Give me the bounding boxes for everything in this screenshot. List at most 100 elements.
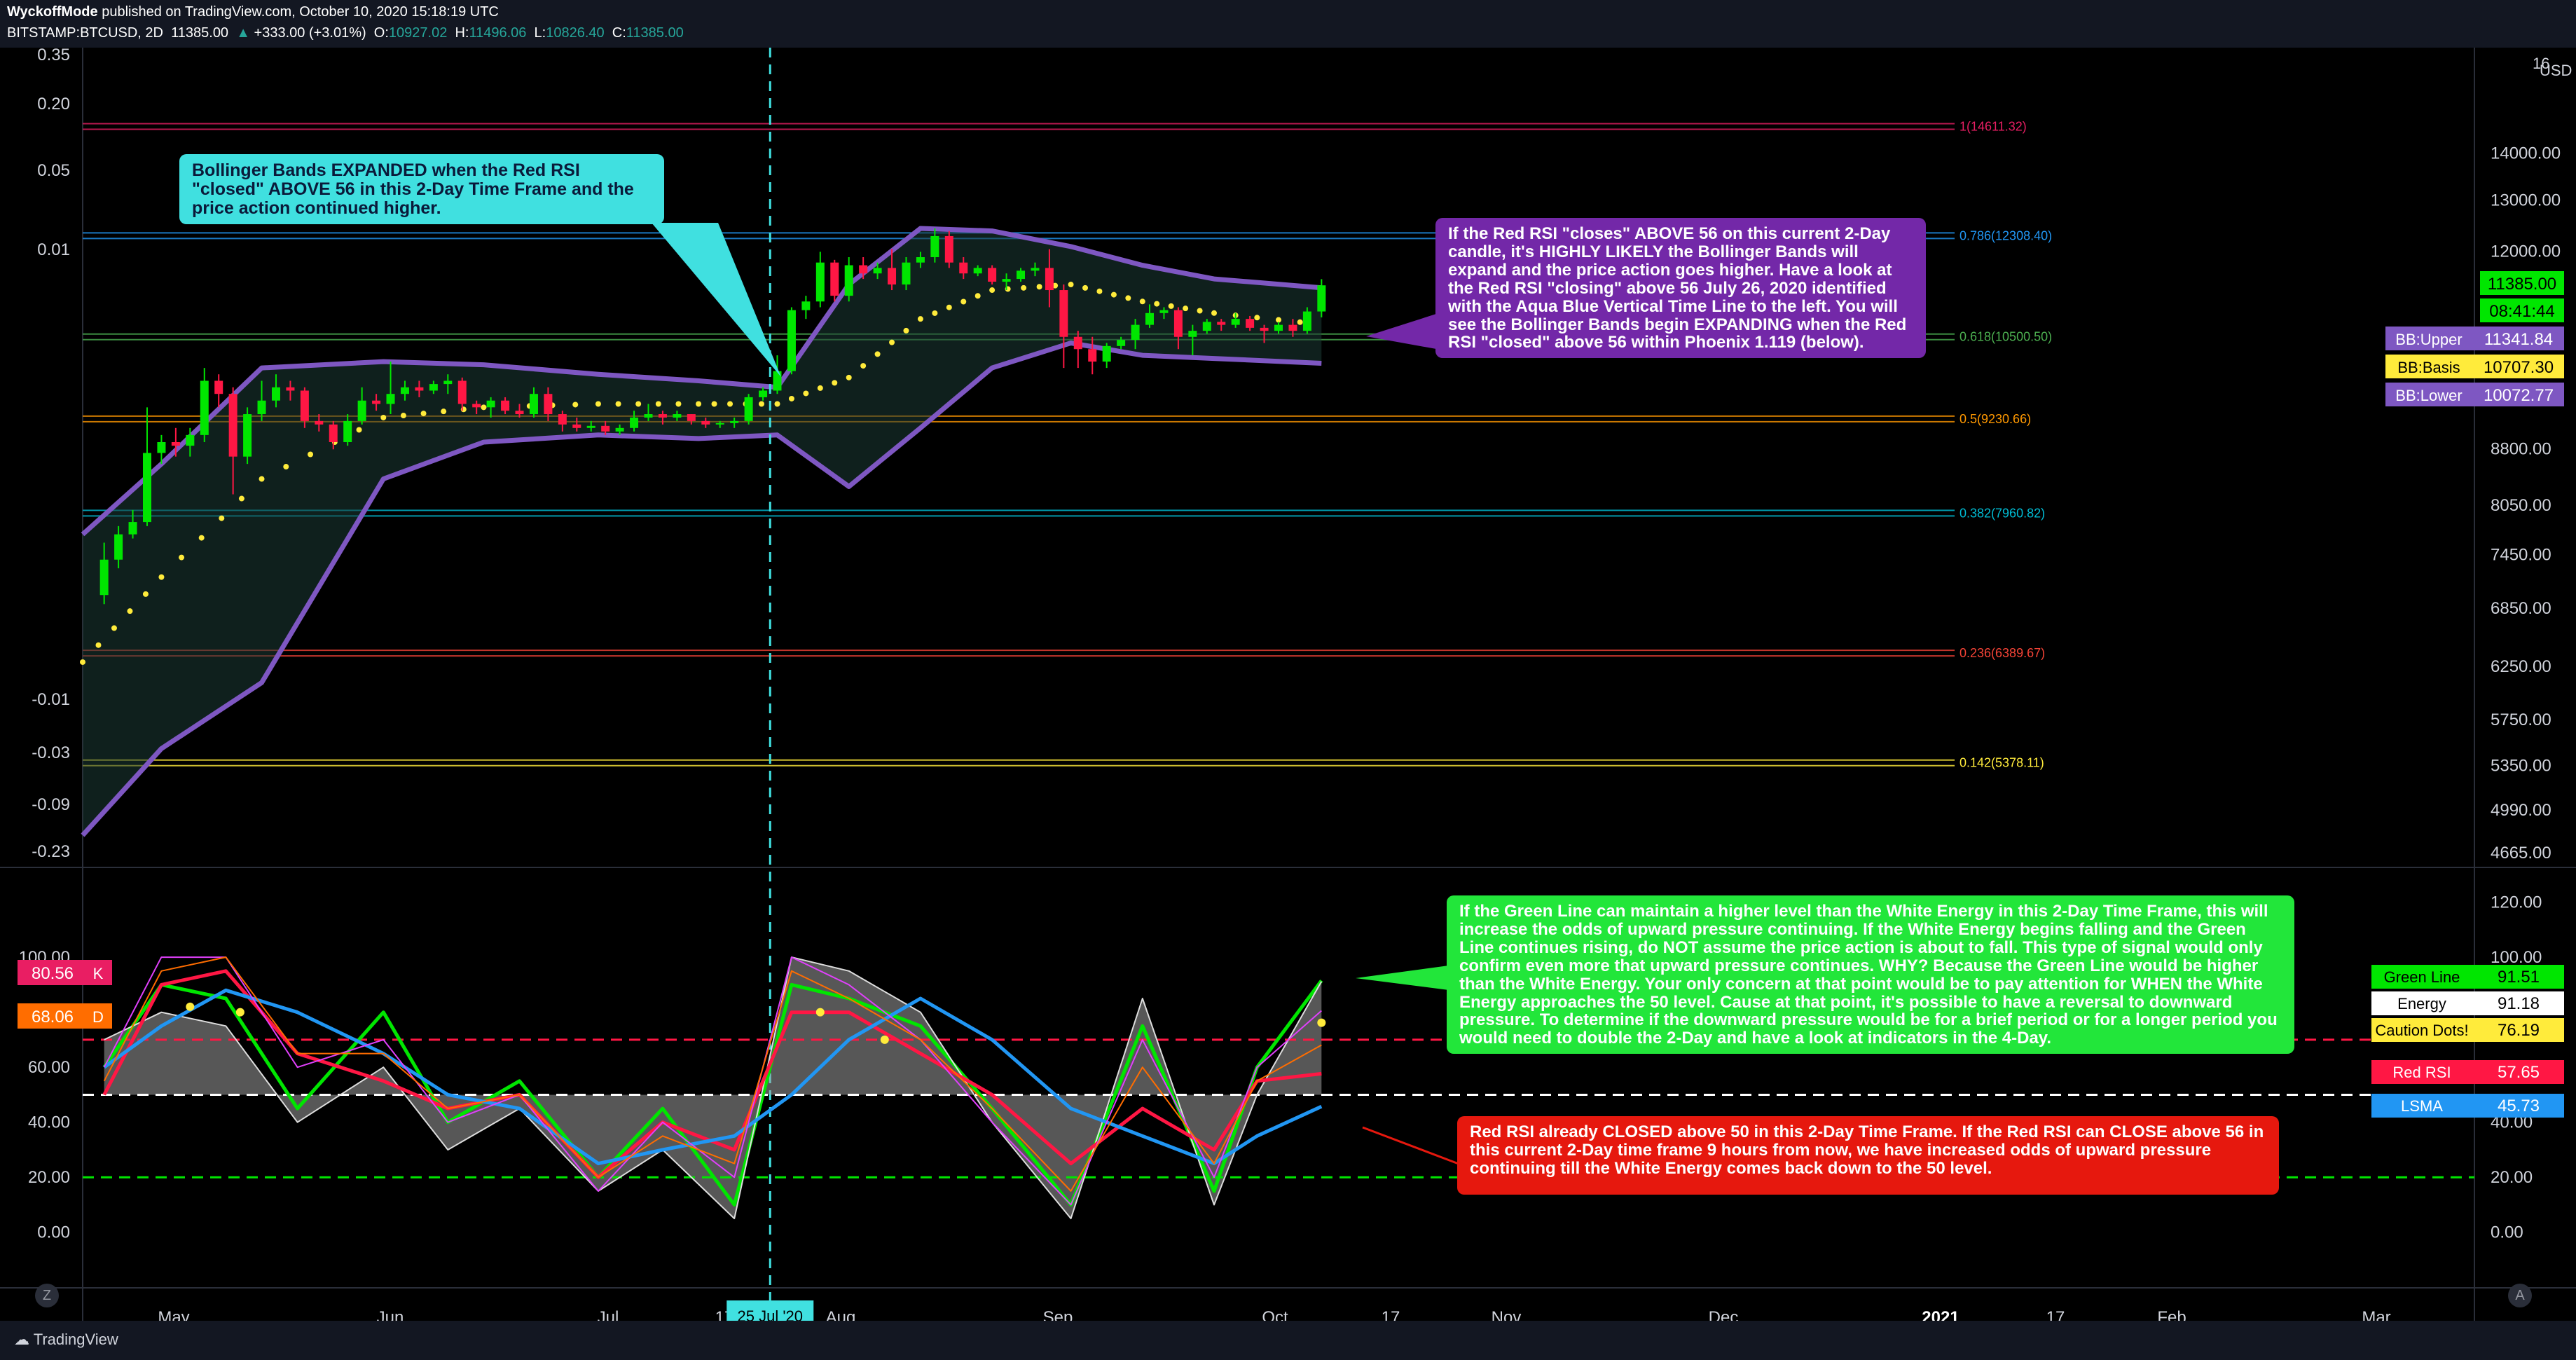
- price-tick-label: 6850.00: [2491, 599, 2551, 618]
- basis-dot: [832, 380, 838, 386]
- fib-label-0.142: 0.142(5378.11): [1959, 756, 2044, 770]
- candle-body: [815, 262, 825, 302]
- basis-dot: [635, 401, 642, 407]
- candle-body: [1202, 322, 1211, 331]
- candle-body: [157, 441, 166, 453]
- callout-bollinger-expanded: Bollinger Bands EXPANDED when the Red RS…: [179, 154, 664, 224]
- basis-dot: [960, 298, 967, 305]
- basis-dot: [308, 451, 314, 458]
- time-label: 2021: [1922, 1308, 1959, 1321]
- candle-body: [544, 394, 553, 415]
- candle-body: [715, 423, 724, 425]
- candle-body: [730, 420, 739, 423]
- osc-right-tick: 120.00: [2491, 893, 2542, 912]
- basis-dot: [198, 535, 205, 541]
- candle-body: [300, 390, 309, 421]
- auto-scale-button[interactable]: A: [2508, 1284, 2532, 1307]
- candle-body: [801, 301, 811, 310]
- price-tick-label: 13000.00: [2491, 191, 2561, 210]
- basis-dot: [1154, 301, 1160, 307]
- price-tick-label: 4665.00: [2491, 844, 2551, 863]
- osc-tag-value: 45.73: [2498, 1097, 2540, 1115]
- timezone-button[interactable]: Z: [35, 1284, 59, 1307]
- price-tick-label: 8050.00: [2491, 496, 2551, 515]
- candle-body: [1031, 268, 1040, 271]
- candle-body: [644, 414, 653, 418]
- open-label: O:: [373, 25, 389, 41]
- left-tick-label: -0.01: [32, 690, 70, 709]
- osc-tag-name: Energy: [2397, 995, 2446, 1012]
- price-tick-label: 12000.00: [2491, 242, 2561, 261]
- price-tick-label: 7450.00: [2491, 546, 2551, 565]
- fib-label-0.236: 0.236(6389.67): [1959, 646, 2045, 660]
- fib-label-0.786: 0.786(12308.40): [1959, 228, 2052, 242]
- basis-dot: [1021, 284, 1027, 291]
- basis-dot: [142, 591, 149, 597]
- basis-dot: [1139, 298, 1145, 305]
- basis-dot: [441, 408, 447, 415]
- time-label: Dec: [1709, 1308, 1739, 1321]
- candle-body: [329, 424, 338, 442]
- publisher-name[interactable]: WyckoffMode: [7, 4, 98, 20]
- candle-body: [1217, 322, 1226, 325]
- tag-label: 08:41:44: [2489, 302, 2554, 321]
- basis-dot: [788, 395, 794, 401]
- tradingview-logo-icon[interactable]: ☁ TradingView: [14, 1331, 118, 1349]
- price-change: +333.00 (+3.01%): [254, 25, 366, 41]
- basis-dot: [219, 515, 225, 521]
- candle-body: [429, 384, 438, 391]
- osc-tag-name: Red RSI: [2392, 1064, 2451, 1081]
- time-label: Mar: [2362, 1308, 2390, 1321]
- candle-body: [415, 387, 424, 391]
- basis-dot: [696, 401, 702, 407]
- tag-name: BB:Upper: [2395, 331, 2462, 348]
- symbol-label[interactable]: BITSTAMP:BTCUSD, 2D: [7, 25, 163, 41]
- candle-body: [343, 420, 352, 442]
- osc-tag-value: 91.18: [2498, 994, 2540, 1013]
- price-tick-label: 14000.00: [2491, 144, 2561, 163]
- candle-body: [1131, 324, 1140, 341]
- candle: [787, 307, 796, 375]
- osc-tag-value: 68.06: [32, 1008, 74, 1026]
- basis-dot: [127, 608, 133, 614]
- trading-chart-screenshot: WyckoffMode published on TradingView.com…: [0, 0, 2576, 1360]
- time-label: May: [158, 1308, 189, 1321]
- price-tick-label: 5350.00: [2491, 756, 2551, 775]
- callout-rsi-close-above-56: If the Red RSI "closes" ABOVE 56 on this…: [1435, 218, 1926, 358]
- osc-tag-value: 91.51: [2498, 968, 2540, 987]
- candle-body: [873, 268, 882, 274]
- candle-body: [200, 380, 209, 435]
- candle-body: [529, 394, 538, 415]
- candle-body: [1073, 336, 1082, 350]
- candle-body: [1274, 324, 1283, 331]
- symbol-info: BITSTAMP:BTCUSD, 2D 11385.00 ▲ +333.00 (…: [7, 25, 684, 41]
- basis-dot: [727, 401, 733, 407]
- candle-body: [673, 414, 682, 418]
- time-label: Jul: [598, 1308, 619, 1321]
- osc-tag-name: Caution Dots!: [2375, 1022, 2468, 1039]
- caution-dot: [235, 1008, 244, 1017]
- basis-dot: [1096, 288, 1103, 294]
- caution-dot: [880, 1035, 889, 1044]
- basis-dot: [356, 427, 362, 433]
- candle-body: [1145, 312, 1155, 325]
- basis-dot: [259, 476, 265, 482]
- basis-dot: [1197, 308, 1203, 314]
- time-label: Sep: [1043, 1308, 1073, 1321]
- basis-dot: [946, 304, 952, 310]
- osc-right-tick: 0.00: [2491, 1223, 2523, 1242]
- left-tick-label: 0.35: [37, 48, 70, 64]
- candle-body: [687, 414, 696, 421]
- basis-dot: [158, 574, 165, 580]
- caution-dot: [1317, 1018, 1326, 1027]
- basis-dot: [420, 411, 427, 417]
- candle-body: [99, 559, 109, 596]
- candle-body: [271, 387, 280, 401]
- candle-body: [930, 235, 939, 258]
- candle-body: [243, 414, 252, 457]
- osc-left-tick: 40.00: [28, 1113, 70, 1132]
- osc-tag-value: 80.56: [32, 964, 74, 983]
- candle-body: [773, 371, 782, 391]
- candle-body: [357, 400, 366, 421]
- basis-dot: [111, 625, 117, 631]
